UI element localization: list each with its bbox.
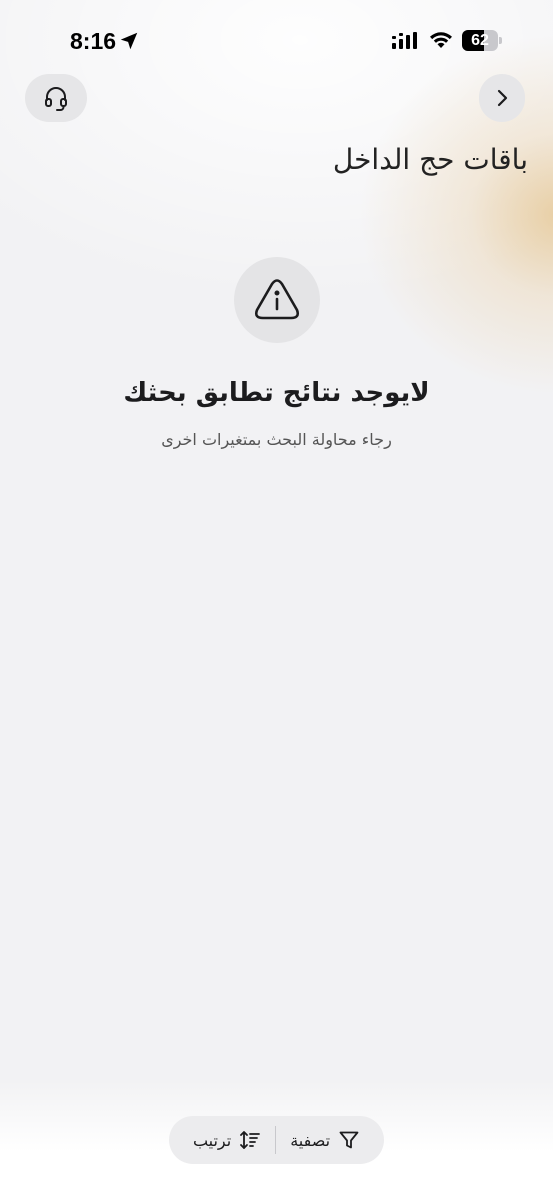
chevron-right-icon — [497, 89, 508, 107]
filter-label: تصفية — [290, 1130, 331, 1150]
page-title: باقات حج الداخل — [332, 143, 528, 176]
filter-sort-bar: تصفية ترتيب — [169, 1116, 384, 1164]
empty-state-title: لايوجد نتائج تطابق بحثك — [123, 378, 430, 408]
sort-icon — [240, 1131, 261, 1149]
status-time: 8:16 — [70, 28, 117, 54]
empty-state-icon-container — [234, 257, 320, 343]
signal-icon — [392, 32, 417, 49]
background-glow — [0, 0, 553, 1200]
empty-state-subtitle: رجاء محاولة البحث بمتغيرات اخرى — [161, 430, 392, 449]
location-arrow-icon — [120, 32, 138, 50]
wifi-icon — [430, 32, 452, 48]
support-button[interactable] — [25, 74, 87, 122]
status-bar: 8:16 62 — [0, 0, 553, 80]
filter-button[interactable]: تصفية — [276, 1116, 374, 1164]
battery-percent: 62 — [471, 32, 489, 49]
battery-body: 62 — [462, 30, 498, 51]
back-button[interactable] — [479, 74, 525, 122]
sort-label: ترتيب — [192, 1130, 232, 1150]
info-triangle-icon — [254, 279, 300, 320]
filter-icon — [339, 1131, 359, 1149]
battery-cap — [499, 37, 502, 44]
sort-button[interactable]: ترتيب — [179, 1116, 275, 1164]
battery-icon: 62 — [462, 30, 502, 51]
headset-icon — [45, 87, 67, 111]
